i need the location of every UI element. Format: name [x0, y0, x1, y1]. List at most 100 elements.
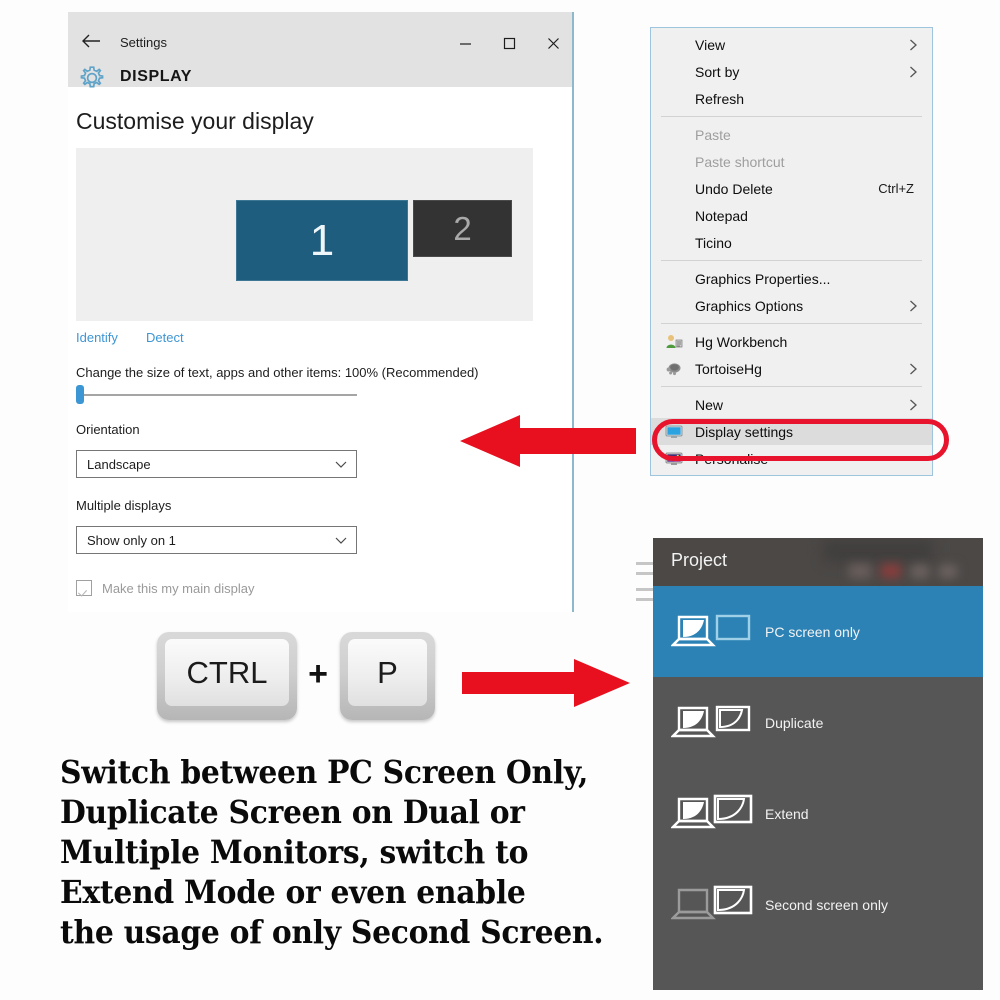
detect-link[interactable]: Detect [146, 330, 184, 345]
project-option-label: Duplicate [765, 714, 824, 731]
make-main-display-checkbox[interactable] [76, 580, 92, 596]
caption-line: the usage of only Second Screen. [60, 913, 604, 951]
menu-item-tortoisehg[interactable]: TortoiseHg [651, 355, 932, 382]
menu-item-label: Personalise [695, 450, 769, 467]
blurred-background-region [849, 564, 871, 578]
pc-screen-only-icon [670, 609, 753, 655]
menu-separator [661, 323, 922, 324]
menu-item-label: Graphics Options [695, 297, 804, 314]
menu-item-paste: Paste [651, 121, 932, 148]
display-settings-icon [665, 423, 683, 441]
settings-window: Settings DISPLAY Customise your display [68, 12, 574, 612]
hg-workbench-icon [665, 333, 683, 351]
project-flyout-panel[interactable]: Project PC screen only Duplicate Extend … [653, 538, 983, 990]
menu-item-label: Ticino [695, 234, 732, 251]
ctrl-key: CTRL [157, 632, 297, 720]
arrow-right-icon [462, 657, 632, 709]
menu-separator [661, 260, 922, 261]
chevron-down-icon [334, 533, 348, 547]
desktop-context-menu[interactable]: View Sort by Refresh Paste Paste shortcu… [650, 27, 933, 476]
orientation-value: Landscape [87, 456, 151, 472]
menu-item-accelerator: Ctrl+Z [878, 181, 914, 196]
tortoisehg-icon [665, 360, 683, 378]
menu-item-hg-workbench[interactable]: Hg Workbench [651, 328, 932, 355]
plus-separator: + [308, 655, 328, 693]
caption-line: Extend Mode or even enable [60, 873, 526, 911]
project-option-label: Second screen only [765, 896, 888, 913]
blurred-background-region [823, 540, 933, 562]
orientation-dropdown[interactable]: Landscape [76, 450, 357, 478]
ctrl-key-label: CTRL [165, 639, 289, 706]
orientation-label: Orientation [76, 422, 140, 437]
menu-item-undo-delete[interactable]: Undo Delete Ctrl+Z [651, 175, 932, 202]
project-option-extend[interactable]: Extend [653, 768, 983, 859]
p-key: P [340, 632, 435, 720]
project-option-label: Extend [765, 805, 809, 822]
settings-window-title: Settings [120, 35, 167, 50]
window-controls [452, 30, 566, 56]
multiple-displays-value: Show only on 1 [87, 532, 176, 548]
menu-item-label: Notepad [695, 207, 748, 224]
chevron-right-icon [908, 398, 918, 412]
maximize-icon[interactable] [496, 30, 522, 56]
menu-item-label: Display settings [695, 423, 794, 440]
project-option-second-screen-only[interactable]: Second screen only [653, 859, 983, 950]
menu-item-label: Refresh [695, 90, 745, 107]
slider-thumb[interactable] [76, 385, 84, 404]
extend-icon [670, 791, 753, 837]
menu-item-label: View [695, 36, 726, 53]
menu-item-ticino[interactable]: Ticino [651, 229, 932, 256]
menu-item-graphics-properties[interactable]: Graphics Properties... [651, 265, 932, 292]
identify-link[interactable]: Identify [76, 330, 118, 345]
gear-icon [78, 64, 106, 92]
menu-item-label: TortoiseHg [695, 360, 762, 377]
panel-edge-stub [636, 598, 654, 601]
monitor-2[interactable]: 2 [413, 200, 512, 257]
back-arrow-icon[interactable] [78, 32, 104, 56]
menu-item-notepad[interactable]: Notepad [651, 202, 932, 229]
monitor-arrangement-preview[interactable]: 1 2 [76, 148, 533, 321]
menu-item-label: Graphics Properties... [695, 270, 831, 287]
menu-item-new[interactable]: New [651, 391, 932, 418]
scale-label: Change the size of text, apps and other … [76, 365, 479, 380]
arrow-left-icon [458, 412, 636, 470]
second-screen-only-icon [670, 882, 753, 928]
menu-item-graphics-options[interactable]: Graphics Options [651, 292, 932, 319]
make-main-display-row[interactable]: Make this my main display [76, 580, 254, 596]
menu-item-sort-by[interactable]: Sort by [651, 58, 932, 85]
close-icon[interactable] [540, 30, 566, 56]
duplicate-icon [670, 700, 753, 746]
multiple-displays-dropdown[interactable]: Show only on 1 [76, 526, 357, 554]
slider-track [76, 394, 357, 396]
menu-item-refresh[interactable]: Refresh [651, 85, 932, 112]
menu-separator [661, 116, 922, 117]
menu-item-label: Paste shortcut [695, 153, 785, 170]
menu-item-label: Undo Delete [695, 180, 773, 197]
chevron-right-icon [908, 38, 918, 52]
menu-item-paste-shortcut: Paste shortcut [651, 148, 932, 175]
chevron-right-icon [908, 362, 918, 376]
menu-item-view[interactable]: View [651, 31, 932, 58]
caption-line: Multiple Monitors, switch to [60, 833, 529, 871]
menu-item-label: Hg Workbench [695, 333, 788, 350]
menu-item-display-settings[interactable]: Display settings [651, 418, 932, 445]
minimize-icon[interactable] [452, 30, 478, 56]
panel-edge-stub [636, 588, 654, 591]
chevron-down-icon [334, 457, 348, 471]
blurred-background-region [939, 565, 957, 578]
scale-slider[interactable] [76, 385, 357, 404]
menu-item-personalise[interactable]: Personalise [651, 445, 932, 472]
caption-line: Switch between PC Screen Only, [60, 753, 589, 791]
blurred-background-region [881, 564, 901, 578]
panel-edge-stub [636, 562, 654, 565]
panel-edge-stub [636, 572, 654, 575]
project-panel-header: Project [653, 538, 983, 586]
project-option-duplicate[interactable]: Duplicate [653, 677, 983, 768]
caption-line: Duplicate Screen on Dual or [60, 793, 525, 831]
page-title: Customise your display [76, 108, 314, 134]
display-section-title: DISPLAY [120, 68, 193, 85]
caption-text: Switch between PC Screen Only, Duplicate… [60, 752, 604, 952]
project-option-pc-screen-only[interactable]: PC screen only [653, 586, 983, 677]
screenshot-root: Settings DISPLAY Customise your display [0, 0, 1000, 1000]
monitor-1[interactable]: 1 [236, 200, 408, 281]
